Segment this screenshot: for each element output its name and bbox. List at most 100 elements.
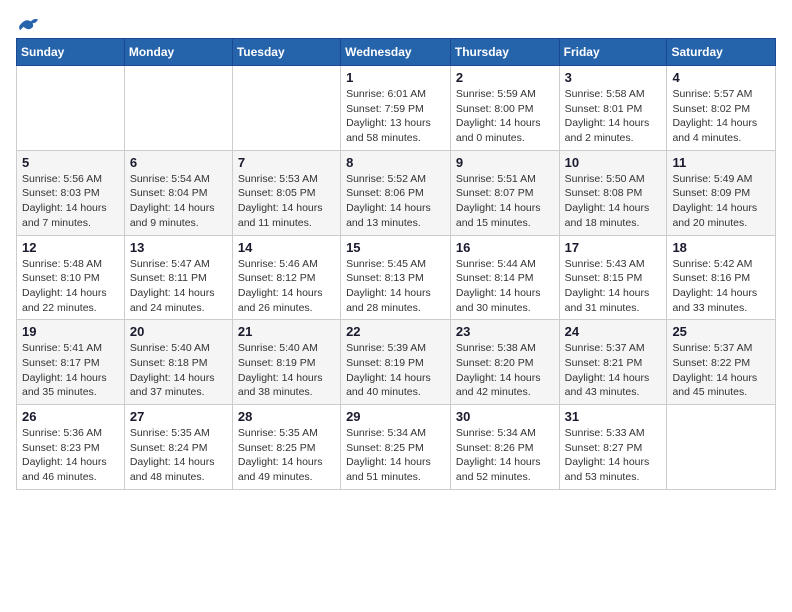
day-info: Sunrise: 5:35 AMSunset: 8:24 PMDaylight:… xyxy=(130,426,227,485)
calendar-cell: 20 Sunrise: 5:40 AMSunset: 8:18 PMDayligh… xyxy=(124,320,232,405)
day-number: 4 xyxy=(672,70,770,85)
day-info: Sunrise: 5:37 AMSunset: 8:21 PMDaylight:… xyxy=(565,341,662,400)
day-number: 28 xyxy=(238,409,335,424)
calendar-cell: 2 Sunrise: 5:59 AMSunset: 8:00 PMDaylight… xyxy=(450,66,559,151)
day-info: Sunrise: 5:54 AMSunset: 8:04 PMDaylight:… xyxy=(130,172,227,231)
day-info: Sunrise: 5:44 AMSunset: 8:14 PMDaylight:… xyxy=(456,257,554,316)
day-info: Sunrise: 5:53 AMSunset: 8:05 PMDaylight:… xyxy=(238,172,335,231)
week-row-3: 12Sunrise: 5:48 AMSunset: 8:10 PMDayligh… xyxy=(17,235,776,320)
day-number: 8 xyxy=(346,155,445,170)
day-info: Sunrise: 5:38 AMSunset: 8:20 PMDaylight:… xyxy=(456,341,554,400)
weekday-header-thursday: Thursday xyxy=(450,39,559,66)
calendar-cell: 15Sunrise: 5:45 AMSunset: 8:13 PMDayligh… xyxy=(341,235,451,320)
week-row-5: 26 Sunrise: 5:36 AMSunset: 8:23 PMDayligh… xyxy=(17,405,776,490)
day-info: Sunrise: 5:43 AMSunset: 8:15 PMDaylight:… xyxy=(565,257,662,316)
day-info: Sunrise: 5:47 AMSunset: 8:11 PMDaylight:… xyxy=(130,257,227,316)
day-number: 9 xyxy=(456,155,554,170)
day-info: Sunrise: 6:01 AMSunset: 7:59 PMDaylight:… xyxy=(346,87,445,146)
calendar-cell: 3 Sunrise: 5:58 AMSunset: 8:01 PMDaylight… xyxy=(559,66,667,151)
calendar-cell: 22 Sunrise: 5:39 AMSunset: 8:19 PMDayligh… xyxy=(341,320,451,405)
day-number: 26 xyxy=(22,409,119,424)
day-info: Sunrise: 5:40 AMSunset: 8:19 PMDaylight:… xyxy=(238,341,335,400)
day-number: 23 xyxy=(456,324,554,339)
calendar-cell xyxy=(124,66,232,151)
day-number: 30 xyxy=(456,409,554,424)
day-info: Sunrise: 5:37 AMSunset: 8:22 PMDaylight:… xyxy=(672,341,770,400)
day-number: 25 xyxy=(672,324,770,339)
calendar-cell: 23 Sunrise: 5:38 AMSunset: 8:20 PMDayligh… xyxy=(450,320,559,405)
logo xyxy=(16,16,40,30)
day-info: Sunrise: 5:49 AMSunset: 8:09 PMDaylight:… xyxy=(672,172,770,231)
calendar-cell: 28Sunrise: 5:35 AMSunset: 8:25 PMDayligh… xyxy=(232,405,340,490)
calendar-cell: 14 Sunrise: 5:46 AMSunset: 8:12 PMDayligh… xyxy=(232,235,340,320)
calendar-cell xyxy=(667,405,776,490)
week-row-2: 5Sunrise: 5:56 AMSunset: 8:03 PMDaylight… xyxy=(17,150,776,235)
calendar-table: SundayMondayTuesdayWednesdayThursdayFrid… xyxy=(16,38,776,490)
week-row-4: 19 Sunrise: 5:41 AMSunset: 8:17 PMDayligh… xyxy=(17,320,776,405)
calendar-cell: 10 Sunrise: 5:50 AMSunset: 8:08 PMDayligh… xyxy=(559,150,667,235)
day-info: Sunrise: 5:36 AMSunset: 8:23 PMDaylight:… xyxy=(22,426,119,485)
day-info: Sunrise: 5:34 AMSunset: 8:25 PMDaylight:… xyxy=(346,426,445,485)
calendar-cell: 8 Sunrise: 5:52 AMSunset: 8:06 PMDaylight… xyxy=(341,150,451,235)
calendar-cell: 13 Sunrise: 5:47 AMSunset: 8:11 PMDayligh… xyxy=(124,235,232,320)
day-number: 22 xyxy=(346,324,445,339)
day-number: 17 xyxy=(565,240,662,255)
day-info: Sunrise: 5:50 AMSunset: 8:08 PMDaylight:… xyxy=(565,172,662,231)
calendar-cell: 1 Sunrise: 6:01 AMSunset: 7:59 PMDaylight… xyxy=(341,66,451,151)
day-number: 18 xyxy=(672,240,770,255)
calendar-cell: 17 Sunrise: 5:43 AMSunset: 8:15 PMDayligh… xyxy=(559,235,667,320)
day-number: 2 xyxy=(456,70,554,85)
day-info: Sunrise: 5:59 AMSunset: 8:00 PMDaylight:… xyxy=(456,87,554,146)
calendar-cell: 9Sunrise: 5:51 AMSunset: 8:07 PMDaylight… xyxy=(450,150,559,235)
day-number: 11 xyxy=(672,155,770,170)
weekday-header-tuesday: Tuesday xyxy=(232,39,340,66)
day-info: Sunrise: 5:34 AMSunset: 8:26 PMDaylight:… xyxy=(456,426,554,485)
calendar-cell: 11 Sunrise: 5:49 AMSunset: 8:09 PMDayligh… xyxy=(667,150,776,235)
day-number: 3 xyxy=(565,70,662,85)
calendar-cell: 7Sunrise: 5:53 AMSunset: 8:05 PMDaylight… xyxy=(232,150,340,235)
day-number: 29 xyxy=(346,409,445,424)
day-info: Sunrise: 5:58 AMSunset: 8:01 PMDaylight:… xyxy=(565,87,662,146)
day-info: Sunrise: 5:56 AMSunset: 8:03 PMDaylight:… xyxy=(22,172,119,231)
calendar-cell: 12Sunrise: 5:48 AMSunset: 8:10 PMDayligh… xyxy=(17,235,125,320)
day-info: Sunrise: 5:57 AMSunset: 8:02 PMDaylight:… xyxy=(672,87,770,146)
calendar-cell xyxy=(17,66,125,151)
calendar-cell: 21Sunrise: 5:40 AMSunset: 8:19 PMDayligh… xyxy=(232,320,340,405)
calendar-cell: 26 Sunrise: 5:36 AMSunset: 8:23 PMDayligh… xyxy=(17,405,125,490)
day-info: Sunrise: 5:39 AMSunset: 8:19 PMDaylight:… xyxy=(346,341,445,400)
day-info: Sunrise: 5:33 AMSunset: 8:27 PMDaylight:… xyxy=(565,426,662,485)
calendar-cell: 19 Sunrise: 5:41 AMSunset: 8:17 PMDayligh… xyxy=(17,320,125,405)
calendar-cell: 30 Sunrise: 5:34 AMSunset: 8:26 PMDayligh… xyxy=(450,405,559,490)
weekday-header-sunday: Sunday xyxy=(17,39,125,66)
calendar-cell: 4 Sunrise: 5:57 AMSunset: 8:02 PMDaylight… xyxy=(667,66,776,151)
page-header xyxy=(16,16,776,30)
day-number: 27 xyxy=(130,409,227,424)
day-info: Sunrise: 5:40 AMSunset: 8:18 PMDaylight:… xyxy=(130,341,227,400)
calendar-cell: 29 Sunrise: 5:34 AMSunset: 8:25 PMDayligh… xyxy=(341,405,451,490)
day-number: 13 xyxy=(130,240,227,255)
day-number: 10 xyxy=(565,155,662,170)
day-info: Sunrise: 5:52 AMSunset: 8:06 PMDaylight:… xyxy=(346,172,445,231)
calendar-cell: 25 Sunrise: 5:37 AMSunset: 8:22 PMDayligh… xyxy=(667,320,776,405)
weekday-header-friday: Friday xyxy=(559,39,667,66)
day-number: 19 xyxy=(22,324,119,339)
day-number: 12 xyxy=(22,240,119,255)
day-number: 1 xyxy=(346,70,445,85)
logo-bird-icon xyxy=(18,16,40,34)
day-info: Sunrise: 5:42 AMSunset: 8:16 PMDaylight:… xyxy=(672,257,770,316)
calendar-cell: 24 Sunrise: 5:37 AMSunset: 8:21 PMDayligh… xyxy=(559,320,667,405)
day-number: 24 xyxy=(565,324,662,339)
weekday-header-wednesday: Wednesday xyxy=(341,39,451,66)
day-info: Sunrise: 5:46 AMSunset: 8:12 PMDaylight:… xyxy=(238,257,335,316)
day-number: 14 xyxy=(238,240,335,255)
weekday-header-row: SundayMondayTuesdayWednesdayThursdayFrid… xyxy=(17,39,776,66)
day-info: Sunrise: 5:41 AMSunset: 8:17 PMDaylight:… xyxy=(22,341,119,400)
day-number: 20 xyxy=(130,324,227,339)
day-number: 15 xyxy=(346,240,445,255)
calendar-cell: 27 Sunrise: 5:35 AMSunset: 8:24 PMDayligh… xyxy=(124,405,232,490)
calendar-cell: 18 Sunrise: 5:42 AMSunset: 8:16 PMDayligh… xyxy=(667,235,776,320)
calendar-cell: 16Sunrise: 5:44 AMSunset: 8:14 PMDayligh… xyxy=(450,235,559,320)
calendar-cell: 5Sunrise: 5:56 AMSunset: 8:03 PMDaylight… xyxy=(17,150,125,235)
calendar-cell xyxy=(232,66,340,151)
day-number: 6 xyxy=(130,155,227,170)
